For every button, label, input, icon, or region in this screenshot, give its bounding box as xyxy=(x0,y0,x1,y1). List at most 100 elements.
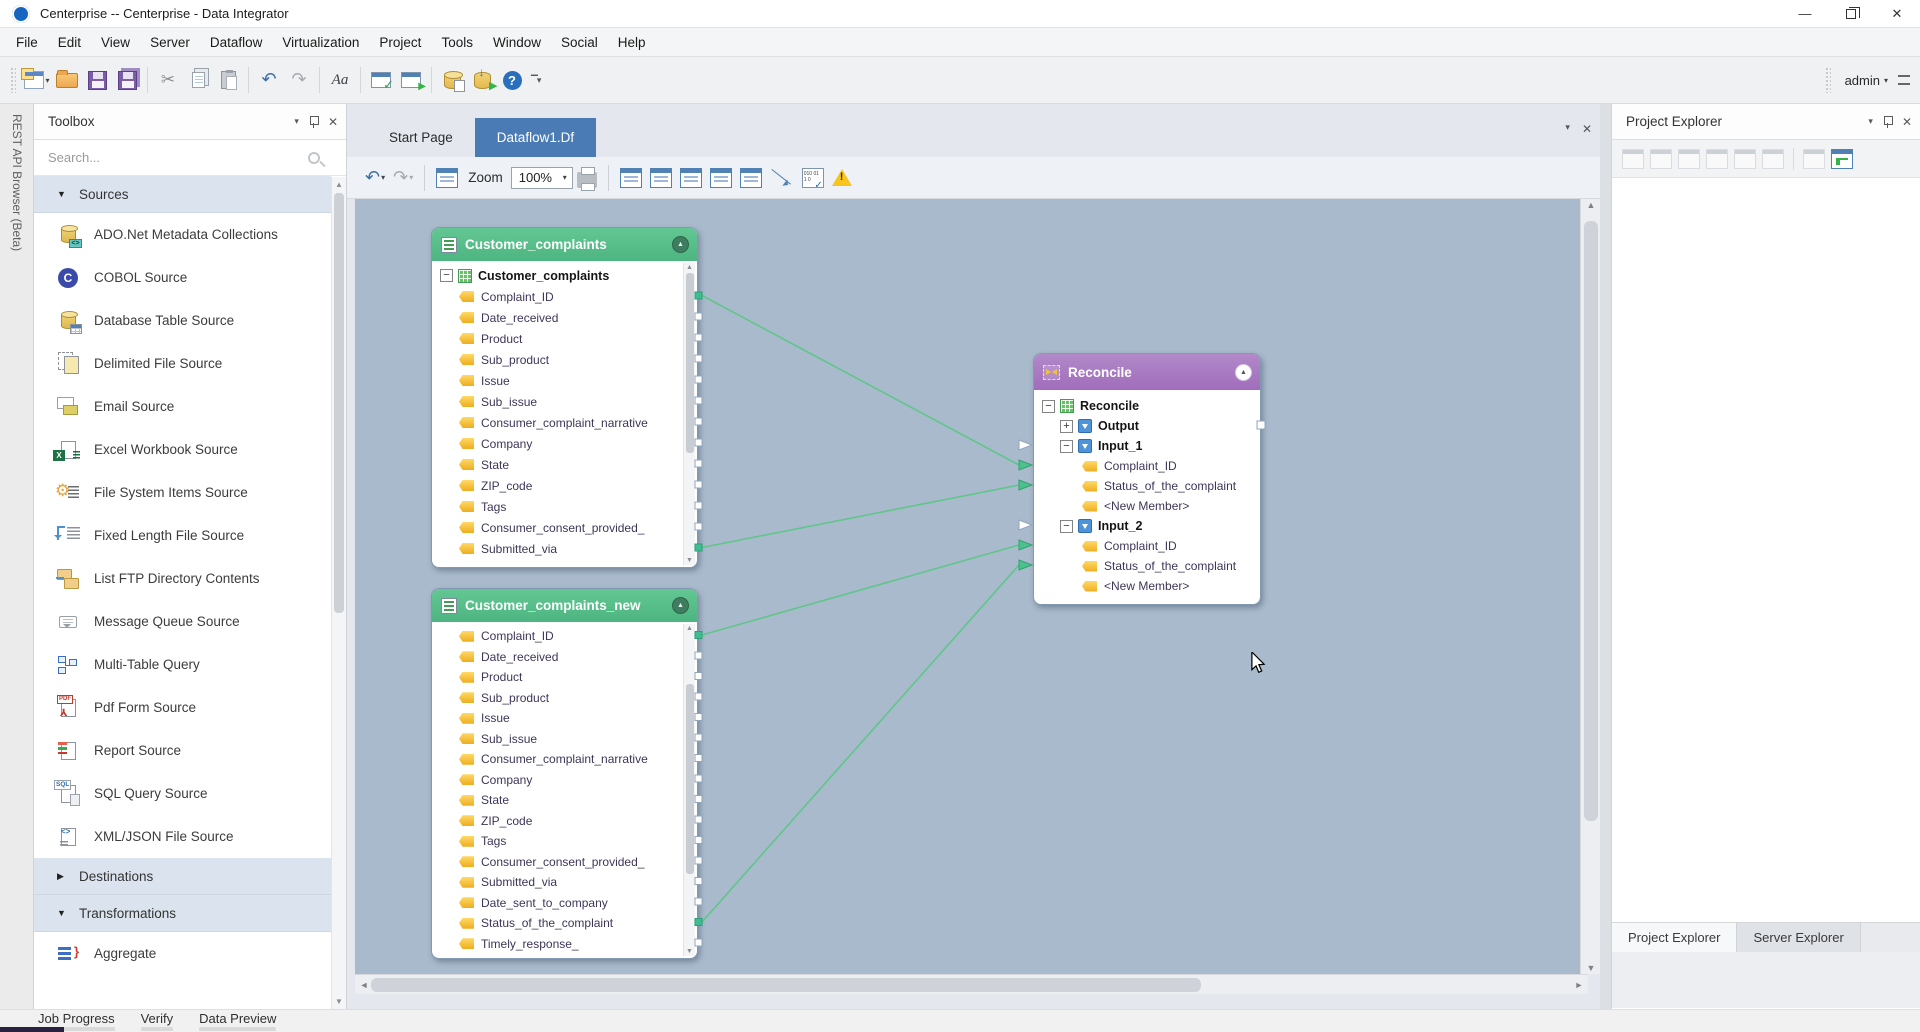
toolbox-section-sources[interactable]: ▼ Sources xyxy=(34,176,331,213)
help-button[interactable]: ? xyxy=(498,65,526,95)
close-icon[interactable]: ✕ xyxy=(1902,115,1912,129)
layout-preview-button[interactable] xyxy=(432,163,462,193)
expander-icon[interactable]: − xyxy=(1060,440,1073,453)
toolbox-item[interactable]: } Aggregate xyxy=(34,932,331,975)
tree-row[interactable]: <New Member> xyxy=(1034,576,1260,596)
menu-item[interactable]: File xyxy=(6,28,48,57)
toolbox-section-destinations[interactable]: ▶ Destinations xyxy=(34,858,331,895)
toolbox-item[interactable]: Message Queue Source xyxy=(34,600,331,643)
toolbox-item[interactable]: SQL SQL Query Source xyxy=(34,772,331,815)
expander-icon[interactable]: + xyxy=(1060,420,1073,433)
add-item-icon[interactable] xyxy=(1650,149,1672,169)
scrollbar-thumb[interactable] xyxy=(1584,221,1598,821)
field-row[interactable]: State xyxy=(432,454,697,475)
menu-item[interactable]: Help xyxy=(608,28,656,57)
warnings-button[interactable] xyxy=(828,163,856,193)
toolbar-overflow-button[interactable]: ▔▾ xyxy=(531,75,540,86)
field-row[interactable]: Issue xyxy=(432,370,697,391)
rest-api-browser-tab[interactable]: REST API Browser (Beta) xyxy=(0,104,34,1009)
close-button[interactable]: ✕ xyxy=(1874,0,1920,27)
scrollbar-thumb[interactable] xyxy=(334,193,344,613)
menu-item[interactable]: View xyxy=(91,28,140,57)
toolbox-item[interactable]: C COBOL Source xyxy=(34,256,331,299)
menu-item[interactable]: Dataflow xyxy=(200,28,273,57)
canvas-undo-button[interactable]: ↶▾ xyxy=(361,163,389,193)
node-root-row[interactable]: − Customer_complaints xyxy=(432,265,697,286)
document-tab[interactable]: Dataflow1.Df xyxy=(475,118,596,157)
field-row[interactable]: ZIP_code xyxy=(432,475,697,496)
run-dataflow-button[interactable] xyxy=(397,65,425,95)
window-run-icon[interactable] xyxy=(1762,149,1784,169)
deploy-button[interactable] xyxy=(468,65,496,95)
toolbox-item[interactable]: Fixed Length File Source xyxy=(34,514,331,557)
minimize-button[interactable]: — xyxy=(1782,0,1828,27)
user-menu[interactable]: admin xyxy=(1845,73,1880,88)
field-row[interactable]: Consumer_complaint_narrative xyxy=(432,749,697,770)
align-left-button[interactable] xyxy=(706,163,736,193)
open-button[interactable] xyxy=(53,65,81,95)
expander-icon[interactable]: − xyxy=(1060,520,1073,533)
toolbox-item[interactable]: ⚙ File System Items Source xyxy=(34,471,331,514)
status-bar-tab[interactable]: Verify xyxy=(141,1010,174,1031)
node-scrollbar[interactable]: ▲ ▼ xyxy=(683,263,695,565)
scrollbar-thumb[interactable] xyxy=(371,978,1201,992)
toolbox-item[interactable]: X Excel Workbook Source xyxy=(34,428,331,471)
menu-item[interactable]: Tools xyxy=(431,28,483,57)
tree-row[interactable]: + Output xyxy=(1034,416,1260,436)
menu-item[interactable]: Social xyxy=(551,28,608,57)
toolbox-search[interactable]: Search... xyxy=(34,140,346,176)
undo-button[interactable]: ↶ xyxy=(255,65,283,95)
pin-icon[interactable] xyxy=(1883,115,1892,128)
close-icon[interactable]: ✕ xyxy=(328,115,338,129)
canvas-redo-button[interactable]: ↷▾ xyxy=(389,163,417,193)
verify-dataflow-button[interactable] xyxy=(367,65,395,95)
toolbox-section-transformations[interactable]: ▼ Transformations xyxy=(34,895,331,932)
job-monitor-button[interactable] xyxy=(438,65,466,95)
menu-item[interactable]: Edit xyxy=(48,28,91,57)
scrollbar-thumb[interactable] xyxy=(686,684,694,874)
dataflow-canvas[interactable]: Customer_complaints ▲ − Customer_complai… xyxy=(355,199,1580,974)
panel-menu-icon[interactable]: ▾ xyxy=(1868,116,1873,127)
print-button[interactable] xyxy=(573,163,601,193)
auto-layout-tree-button[interactable] xyxy=(646,163,676,193)
dataflow-branch-icon[interactable] xyxy=(1831,149,1853,169)
tab-list-icon[interactable]: ▾ xyxy=(1565,122,1570,136)
new-document-button[interactable]: ▾ xyxy=(23,65,51,95)
field-row[interactable]: Consumer_consent_provided_ xyxy=(432,852,697,873)
scrollbar-thumb[interactable] xyxy=(686,273,694,453)
menu-item[interactable]: Project xyxy=(369,28,431,57)
vertical-scrollbar[interactable]: ▲ ▼ xyxy=(1580,199,1600,974)
field-row[interactable]: Sub_product xyxy=(432,349,697,370)
field-row[interactable]: State xyxy=(432,790,697,811)
collapse-node-icon[interactable]: ▲ xyxy=(672,236,689,253)
save-button[interactable] xyxy=(83,65,111,95)
field-row[interactable]: Sub_issue xyxy=(432,391,697,412)
field-row[interactable]: Complaint_ID xyxy=(432,626,697,647)
toolbar-options-button[interactable] xyxy=(1898,75,1910,85)
field-row[interactable]: Complaint_ID xyxy=(432,286,697,307)
field-row[interactable]: Tags xyxy=(432,831,697,852)
data-rules-button[interactable]: 010 011 0 xyxy=(798,163,828,193)
restore-button[interactable] xyxy=(1828,0,1874,27)
node-customer-complaints-new[interactable]: Customer_complaints_new ▲ Complaint_ID xyxy=(431,588,698,959)
field-row[interactable]: Company xyxy=(432,433,697,454)
expander-icon[interactable]: − xyxy=(440,269,453,282)
collapse-node-icon[interactable]: ▲ xyxy=(1235,364,1252,381)
straight-links-button[interactable] xyxy=(766,163,798,193)
menu-item[interactable]: Virtualization xyxy=(272,28,369,57)
add-project-icon[interactable] xyxy=(1622,149,1644,169)
document-tab[interactable]: Start Page xyxy=(367,118,475,157)
auto-layout-horizontal-button[interactable] xyxy=(616,163,646,193)
window-icon[interactable] xyxy=(1734,149,1756,169)
toolbox-item[interactable]: <> ADO.Net Metadata Collections xyxy=(34,213,331,256)
toolbox-item[interactable]: PDF⅄ Pdf Form Source xyxy=(34,686,331,729)
field-row[interactable]: ZIP_code xyxy=(432,811,697,832)
toolbox-item[interactable]: Report Source xyxy=(34,729,331,772)
field-row[interactable]: Date_sent_to_company xyxy=(432,893,697,914)
tree-row[interactable]: Status_of_the_complaint xyxy=(1034,556,1260,576)
refresh-icon[interactable] xyxy=(1706,149,1728,169)
toolbox-item[interactable]: Database Table Source xyxy=(34,299,331,342)
tree-row[interactable]: − Input_1 xyxy=(1034,436,1260,456)
field-row[interactable]: Sub_issue xyxy=(432,729,697,750)
field-row[interactable]: Timely_response_ xyxy=(432,934,697,955)
